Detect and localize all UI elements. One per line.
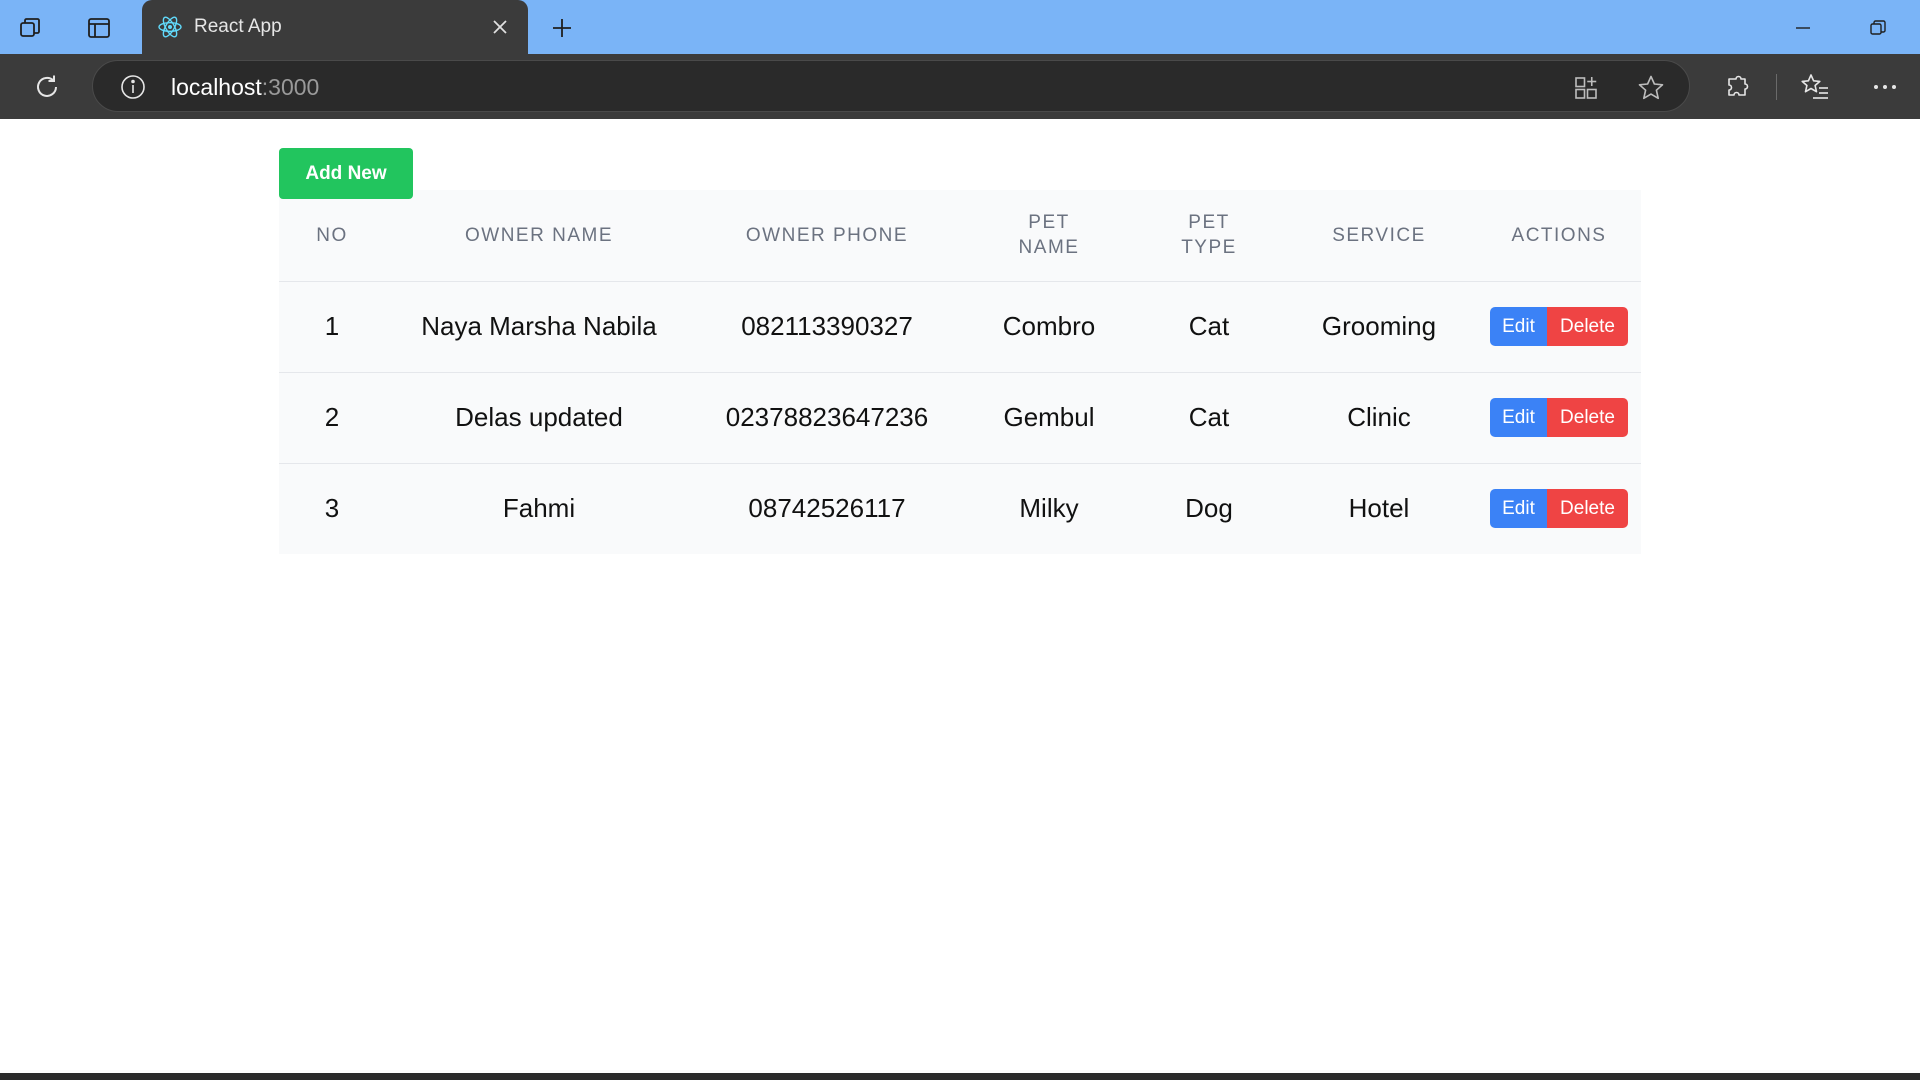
cell-pet-type: Cat bbox=[1137, 372, 1281, 464]
app-available-icon[interactable] bbox=[1571, 73, 1601, 103]
cell-pet-name: Combro bbox=[961, 281, 1137, 373]
cell-pet-type: Cat bbox=[1137, 281, 1281, 373]
tab-actions-icon[interactable] bbox=[83, 12, 115, 44]
column-header-pet-name: PET NAME bbox=[961, 190, 1137, 282]
cell-no: 3 bbox=[324, 493, 340, 524]
cell-owner-name: Fahmi bbox=[502, 493, 576, 524]
cell-service: Grooming bbox=[1281, 281, 1477, 373]
close-icon[interactable] bbox=[486, 13, 514, 41]
table-header-row: NO OWNER NAME OWNER PHONE PET NAME PET T… bbox=[279, 190, 1641, 282]
toolbar-divider bbox=[1776, 74, 1777, 100]
browser-tab-active[interactable]: React App bbox=[142, 0, 528, 54]
more-icon[interactable] bbox=[1868, 70, 1902, 104]
extensions-icon[interactable] bbox=[1720, 70, 1754, 104]
cell-service: Hotel bbox=[1348, 493, 1410, 524]
cell-owner-phone: 082113390327 bbox=[693, 281, 961, 373]
cell-owner-name: Naya Marsha Nabila bbox=[385, 281, 693, 373]
plus-icon[interactable] bbox=[546, 12, 578, 44]
cell-no: 1 bbox=[279, 281, 385, 373]
column-header-pet-type-label: PET TYPE bbox=[1181, 212, 1237, 259]
cell-owner-phone: 02378823647236 bbox=[693, 372, 961, 464]
column-header-no: NO bbox=[279, 190, 385, 282]
info-icon[interactable] bbox=[119, 73, 147, 101]
column-header-pet-name-label: PET NAME bbox=[1018, 212, 1080, 259]
cell-owner-phone: 08742526117 bbox=[748, 493, 906, 524]
browser-toolbar: localhost:3000 bbox=[0, 54, 1920, 119]
reload-icon[interactable] bbox=[30, 70, 64, 104]
cell-pet-type: Dog bbox=[1185, 493, 1233, 524]
favorites-icon[interactable] bbox=[1798, 70, 1832, 104]
minimize-icon[interactable] bbox=[1787, 12, 1819, 44]
cell-service: Clinic bbox=[1281, 372, 1477, 464]
star-icon[interactable] bbox=[1636, 73, 1666, 103]
cell-no: 2 bbox=[279, 372, 385, 464]
cell-pet-name: Milky bbox=[1019, 493, 1079, 524]
cell-actions: Edit Delete bbox=[1477, 281, 1641, 373]
column-header-owner-phone: OWNER PHONE bbox=[693, 190, 961, 282]
restore-icon[interactable] bbox=[1862, 12, 1894, 44]
url-host: localhost bbox=[171, 74, 262, 100]
column-header-service: SERVICE bbox=[1281, 190, 1477, 282]
edit-button[interactable]: Edit bbox=[1490, 307, 1547, 346]
cell-actions: Edit Delete bbox=[1477, 463, 1641, 554]
react-logo-icon bbox=[156, 13, 184, 41]
cell-pet-name: Gembul bbox=[961, 372, 1137, 464]
window-bottom-edge bbox=[0, 1073, 1920, 1080]
edit-button[interactable]: Edit bbox=[1490, 489, 1547, 529]
workspaces-icon[interactable] bbox=[15, 12, 47, 44]
page-content: NO OWNER NAME OWNER PHONE PET NAME PET T… bbox=[0, 119, 1920, 1073]
records-table: NO OWNER NAME OWNER PHONE PET NAME PET T… bbox=[279, 190, 1641, 554]
table-row: 2 Delas updated 02378823647236 Gembul Ca… bbox=[279, 372, 1641, 464]
browser-titlebar: React App bbox=[0, 0, 1920, 54]
table-row: 1 Naya Marsha Nabila 082113390327 Combro… bbox=[279, 281, 1641, 373]
column-header-pet-type: PET TYPE bbox=[1137, 190, 1281, 282]
add-new-button[interactable]: Add New bbox=[279, 148, 413, 199]
table-row: 3 Fahmi 08742526117 Milky Dog Hotel Edit… bbox=[279, 463, 1641, 554]
address-bar[interactable]: localhost:3000 bbox=[92, 60, 1690, 112]
edit-button[interactable]: Edit bbox=[1490, 398, 1547, 437]
cell-owner-name: Delas updated bbox=[385, 372, 693, 464]
cell-actions: Edit Delete bbox=[1477, 372, 1641, 464]
delete-button[interactable]: Delete bbox=[1547, 398, 1628, 437]
delete-button[interactable]: Delete bbox=[1547, 489, 1628, 529]
delete-button[interactable]: Delete bbox=[1547, 307, 1628, 346]
url-text[interactable]: localhost:3000 bbox=[171, 74, 319, 101]
column-header-owner-name: OWNER NAME bbox=[385, 190, 693, 282]
column-header-actions: ACTIONS bbox=[1477, 190, 1641, 282]
url-port: :3000 bbox=[261, 74, 320, 100]
tab-title: React App bbox=[194, 16, 282, 37]
